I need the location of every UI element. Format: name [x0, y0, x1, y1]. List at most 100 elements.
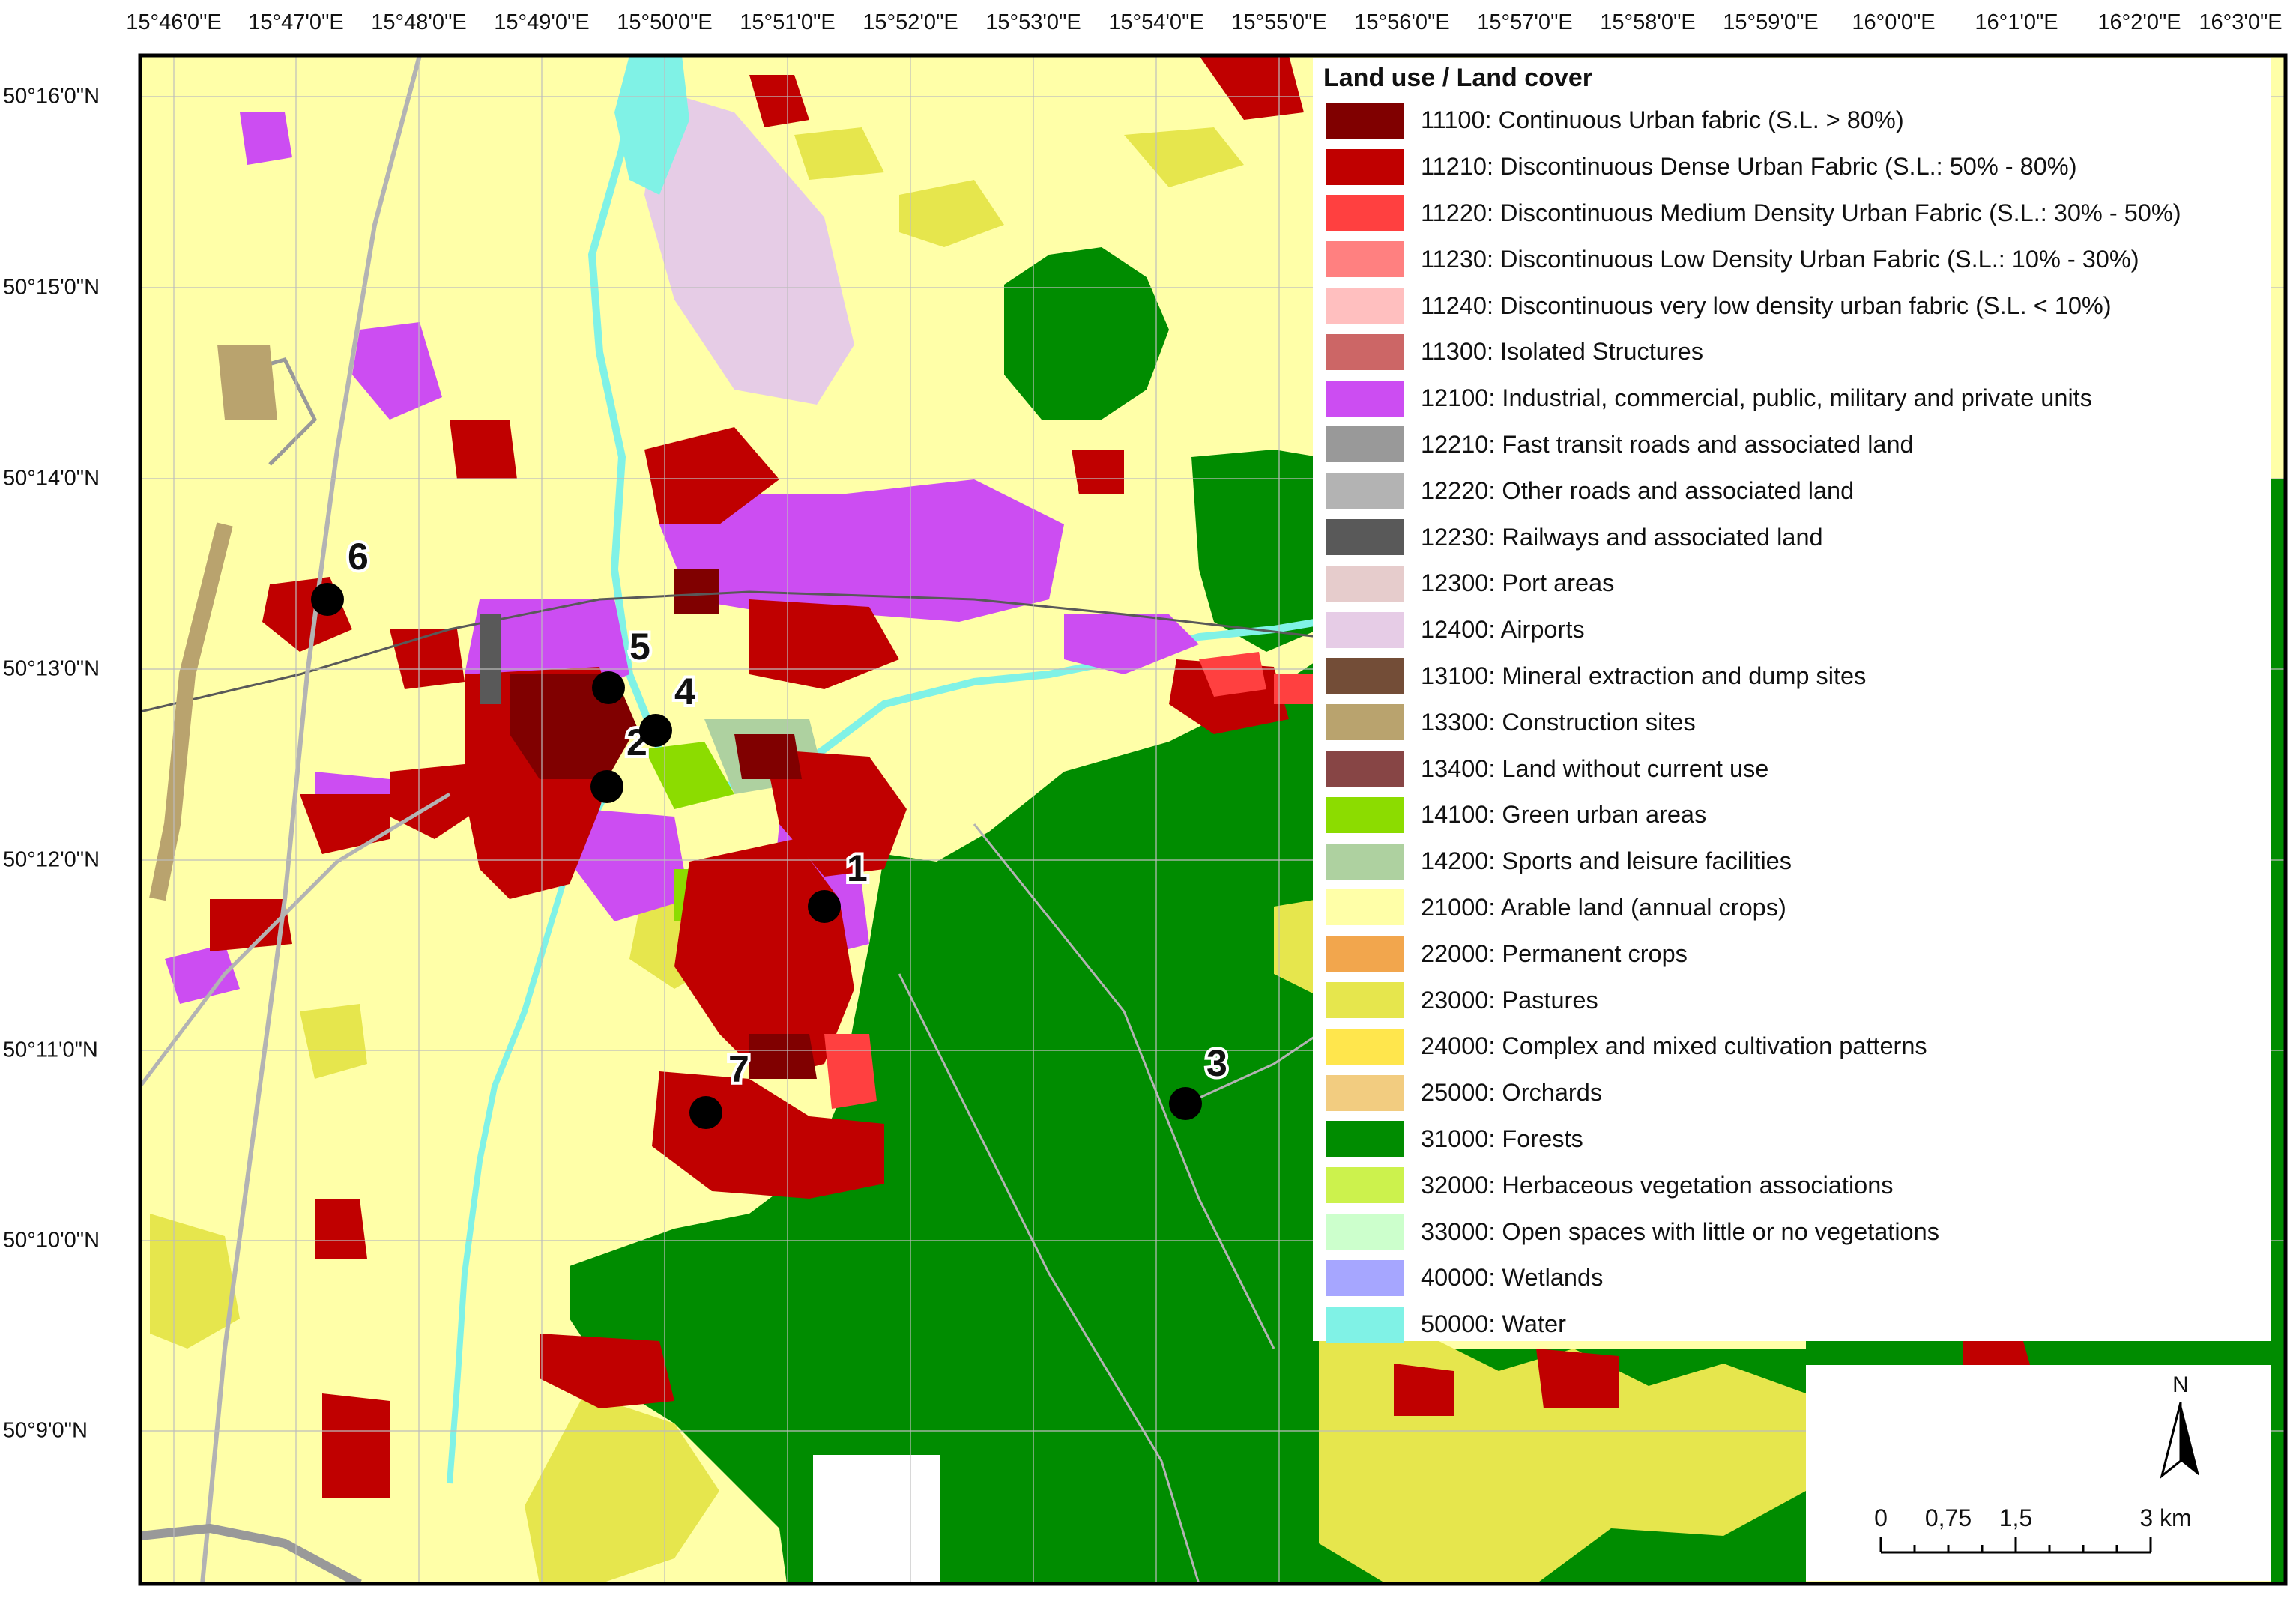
lon-tick: 16°3'0"E: [2199, 10, 2283, 34]
legend-label: 12100: Industrial, commercial, public, m…: [1421, 384, 2092, 412]
legend-swatch: [1326, 889, 1404, 926]
lon-tick: 15°47'0"E: [248, 10, 344, 34]
legend-label: 12300: Port areas: [1421, 569, 1615, 597]
legend-label: 13300: Construction sites: [1421, 708, 1696, 736]
scale-label: 3 km: [2139, 1504, 2192, 1531]
legend-label: 50000: Water: [1421, 1310, 1566, 1338]
no-data-area: [813, 1455, 940, 1584]
legend-item: 14100: Green urban areas: [1320, 792, 2271, 838]
legend-swatch: [1326, 102, 1404, 139]
lon-tick: 15°59'0"E: [1723, 10, 1819, 34]
svg-text:6: 6: [348, 536, 369, 578]
legend-item: 11100: Continuous Urban fabric (S.L. > 8…: [1320, 97, 2271, 144]
lon-tick: 15°50'0"E: [617, 10, 713, 34]
scale-label: 0,75: [1924, 1504, 1972, 1531]
legend-item: 23000: Pastures: [1320, 977, 2271, 1023]
legend-swatch: [1326, 333, 1404, 370]
legend-label: 12220: Other roads and associated land: [1421, 476, 1855, 504]
legend-label: 22000: Permanent crops: [1421, 939, 1688, 967]
legend-swatch: [1326, 1214, 1404, 1250]
construction-site: [217, 345, 277, 420]
legend-label: 14100: Green urban areas: [1421, 801, 1707, 829]
legend-swatch: [1326, 611, 1404, 648]
legend-item: 13300: Construction sites: [1320, 699, 2271, 745]
legend-swatch: [1326, 565, 1404, 602]
legend-label: 11300: Isolated Structures: [1421, 338, 1703, 366]
legend-list: 11100: Continuous Urban fabric (S.L. > 8…: [1320, 97, 2271, 1348]
legend-swatch: [1326, 241, 1404, 278]
legend-item: 11230: Discontinuous Low Density Urban F…: [1320, 236, 2271, 282]
legend-item: 13400: Land without current use: [1320, 745, 2271, 792]
legend-item: 50000: Water: [1320, 1301, 2271, 1348]
lat-tick: 50°9'0"N: [3, 1418, 88, 1443]
legend-label: 14200: Sports and leisure facilities: [1421, 847, 1792, 875]
lon-tick: 15°58'0"E: [1600, 10, 1696, 34]
lon-tick: 15°55'0"E: [1231, 10, 1327, 34]
lat-tick: 50°13'0"N: [3, 656, 100, 681]
legend-item: 33000: Open spaces with little or no veg…: [1320, 1208, 2271, 1255]
legend-panel: Land use / Land cover 11100: Continuous …: [1313, 58, 2271, 1343]
legend-label: 11240: Discontinuous very low density ur…: [1421, 291, 2112, 319]
legend-swatch: [1326, 1074, 1404, 1111]
legend-item: 22000: Permanent crops: [1320, 930, 2271, 977]
legend-item: 11210: Discontinuous Dense Urban Fabric …: [1320, 144, 2271, 190]
lat-tick: 50°14'0"N: [3, 466, 100, 491]
legend-item: 32000: Herbaceous vegetation association…: [1320, 1162, 2271, 1208]
legend-label: 11210: Discontinuous Dense Urban Fabric …: [1421, 153, 2077, 181]
legend-swatch: [1326, 1028, 1404, 1065]
legend-swatch: [1326, 1259, 1404, 1296]
legend-label: 21000: Arable land (annual crops): [1421, 893, 1786, 921]
legend-item: 40000: Wetlands: [1320, 1255, 2271, 1301]
legend-label: 11230: Discontinuous Low Density Urban F…: [1421, 245, 2139, 273]
lat-tick: 50°10'0"N: [3, 1228, 100, 1253]
legend-swatch: [1326, 1121, 1404, 1157]
svg-text:7: 7: [728, 1048, 749, 1090]
legend-label: 33000: Open spaces with little or no veg…: [1421, 1217, 1939, 1245]
legend-item: 13100: Mineral extraction and dump sites: [1320, 653, 2271, 700]
lon-tick: 15°49'0"E: [494, 10, 590, 34]
legend-label: 23000: Pastures: [1421, 986, 1598, 1014]
legend-label: 12210: Fast transit roads and associated…: [1421, 430, 1914, 458]
forest-right-of-legend: [2271, 479, 2286, 1584]
legend-swatch: [1326, 658, 1404, 694]
legend-item: 12230: Railways and associated land: [1320, 514, 2271, 560]
land-use-map: 1 2 3 4 5 6 7 15°46'0"E 15°47'0"E 15°48'…: [0, 0, 2296, 1598]
north-label: N: [2172, 1372, 2189, 1397]
legend-item: 11220: Discontinuous Medium Density Urba…: [1320, 190, 2271, 237]
scale-bar-box: N 0 0,75 1,5 3 km: [1806, 1365, 2271, 1581]
lat-tick: 50°12'0"N: [3, 847, 100, 872]
legend-item: 24000: Complex and mixed cultivation pat…: [1320, 1023, 2271, 1070]
scale-label: 0: [1874, 1504, 1888, 1531]
lon-tick: 15°48'0"E: [371, 10, 467, 34]
legend-swatch: [1326, 982, 1404, 1019]
legend-swatch: [1326, 519, 1404, 556]
legend-swatch: [1326, 796, 1404, 833]
legend-swatch: [1326, 473, 1404, 509]
legend-item: 31000: Forests: [1320, 1116, 2271, 1163]
lon-tick: 16°1'0"E: [1975, 10, 2058, 34]
legend-label: 12400: Airports: [1421, 616, 1585, 644]
railway-station: [480, 614, 501, 704]
legend-swatch: [1326, 288, 1404, 324]
lon-tick: 16°2'0"E: [2097, 10, 2181, 34]
lon-tick: 15°51'0"E: [740, 10, 836, 34]
legend-swatch: [1326, 195, 1404, 231]
svg-text:4: 4: [674, 671, 695, 712]
lon-tick: 15°54'0"E: [1108, 10, 1204, 34]
legend-swatch: [1326, 704, 1404, 741]
lon-tick: 15°52'0"E: [862, 10, 958, 34]
scale-bar-icon: [1879, 1537, 2152, 1554]
legend-swatch: [1326, 936, 1404, 972]
legend-swatch: [1326, 1167, 1404, 1204]
legend-label: 32000: Herbaceous vegetation association…: [1421, 1171, 1894, 1199]
lon-tick: 15°56'0"E: [1354, 10, 1450, 34]
legend-swatch: [1326, 380, 1404, 417]
legend-label: 40000: Wetlands: [1421, 1264, 1604, 1292]
legend-label: 11220: Discontinuous Medium Density Urba…: [1421, 199, 2181, 226]
legend-swatch: [1326, 148, 1404, 185]
legend-item: 11300: Isolated Structures: [1320, 329, 2271, 375]
lon-tick: 15°57'0"E: [1477, 10, 1573, 34]
lon-tick: 15°46'0"E: [126, 10, 222, 34]
legend-label: 25000: Orchards: [1421, 1079, 1603, 1107]
legend-label: 13100: Mineral extraction and dump sites: [1421, 662, 1867, 689]
